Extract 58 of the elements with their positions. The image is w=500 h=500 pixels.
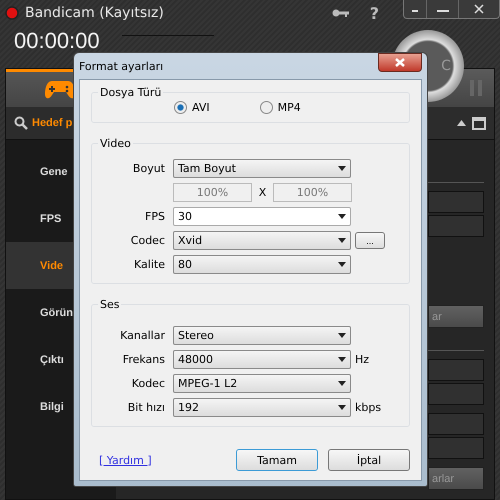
collapse-arrow-icon[interactable] xyxy=(457,120,466,126)
caret-icon xyxy=(338,166,346,171)
dropdown[interactable]: Stereo xyxy=(173,326,351,345)
window-icon[interactable] xyxy=(472,116,486,130)
dropdown[interactable]: 80 xyxy=(173,255,351,274)
field-label: Kodec xyxy=(130,377,166,390)
text-field[interactable] xyxy=(428,359,484,381)
search-icon xyxy=(14,116,28,130)
gamepad-icon xyxy=(44,80,76,100)
text-field[interactable] xyxy=(428,413,484,435)
radio-option[interactable]: AVI xyxy=(174,101,210,114)
record-dot-icon xyxy=(5,6,19,20)
close-icon xyxy=(395,58,405,66)
dropdown[interactable]: Xvid xyxy=(173,231,351,250)
field-label: Kanallar xyxy=(119,329,166,342)
field-label: Frekans xyxy=(122,353,166,366)
dropdown[interactable]: 30 xyxy=(173,207,351,226)
group-title: Video xyxy=(99,137,132,150)
caret-icon xyxy=(338,357,346,362)
caret-icon xyxy=(338,262,346,267)
dropdown[interactable]: Tam Boyut xyxy=(173,159,351,178)
ok-button[interactable]: Tamam xyxy=(236,449,318,471)
text-field[interactable] xyxy=(428,383,484,405)
text-field[interactable] xyxy=(428,437,484,459)
height-field[interactable]: 100% xyxy=(273,183,352,202)
text-field[interactable] xyxy=(428,191,484,213)
unit-label: Hz xyxy=(355,353,370,366)
more-button[interactable]: ... xyxy=(355,232,385,249)
group-title: Dosya Türü xyxy=(99,86,162,99)
close-button[interactable] xyxy=(378,52,422,72)
radio-option[interactable]: MP4 xyxy=(260,101,301,114)
text-field[interactable] xyxy=(428,215,484,237)
field-label: FPS xyxy=(144,210,166,223)
dialog-title: Format ayarları xyxy=(79,60,164,72)
caret-icon xyxy=(338,381,346,386)
cancel-button[interactable]: İptal xyxy=(328,449,410,471)
dropdown[interactable]: 192 xyxy=(173,398,351,417)
help-link[interactable]: [ Yardım ] xyxy=(99,454,152,466)
field-label: Boyut xyxy=(132,162,166,175)
caret-icon xyxy=(338,405,346,410)
group-title: Ses xyxy=(99,298,120,311)
unit-label: kbps xyxy=(355,401,382,414)
width-field[interactable]: 100% xyxy=(173,183,252,202)
field-label: Bit hızı xyxy=(126,401,166,414)
search-target-label: Hedef p xyxy=(32,117,72,129)
field-label: Kalite xyxy=(133,258,166,271)
caret-icon xyxy=(338,214,346,219)
key-icon[interactable] xyxy=(332,8,350,18)
help-icon[interactable]: ? xyxy=(370,4,379,22)
timer: 00:00:00 xyxy=(14,30,100,51)
window-title: Bandicam (Kayıtsız) xyxy=(25,5,164,21)
caret-icon xyxy=(338,333,346,338)
field-label: Codec xyxy=(130,234,166,247)
dropdown[interactable]: MPEG-1 L2 xyxy=(173,374,351,393)
close-icon xyxy=(474,4,484,14)
caret-icon xyxy=(338,238,346,243)
dropdown[interactable]: 48000 xyxy=(173,350,351,369)
times-sign: X xyxy=(258,186,268,199)
